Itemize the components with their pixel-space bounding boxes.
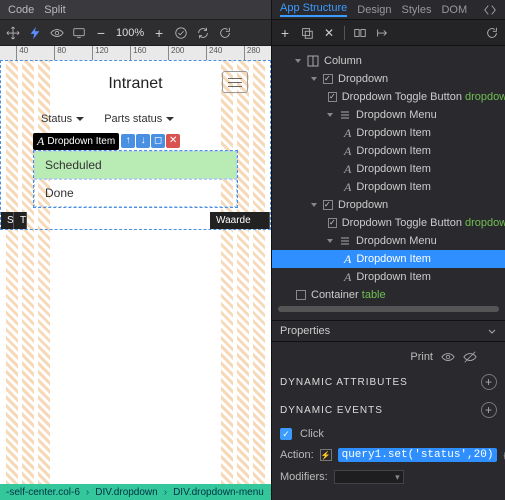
modifiers-select[interactable]: ▾ [334, 470, 404, 484]
structure-tree[interactable]: Column Dropdown Dropdown Toggle Button d… [272, 46, 505, 320]
tree-node-dropdown-item[interactable]: ADropdown Item [272, 268, 505, 286]
design-canvas[interactable]: Intranet Status Parts status A Dropdown … [0, 60, 271, 484]
dynamic-attributes-label: DYNAMIC ATTRIBUTES [280, 377, 408, 388]
checkbox-icon[interactable] [328, 92, 337, 102]
eye-icon[interactable] [50, 26, 64, 40]
dropdown-menu-preview: Scheduled Done [33, 150, 238, 208]
lightning-icon[interactable] [28, 26, 42, 40]
add-icon[interactable]: + [278, 26, 292, 40]
move-down-button[interactable]: ↓ [136, 134, 150, 148]
properties-header[interactable]: Properties [272, 320, 505, 342]
tab-split[interactable]: Split [44, 4, 65, 16]
refresh-icon[interactable] [485, 26, 499, 40]
action-label: Action: [280, 449, 314, 461]
dropdown-status[interactable]: Status [41, 113, 84, 125]
tree-node-dropdown-item[interactable]: ADropdown Item [272, 124, 505, 142]
tab-code[interactable]: Code [8, 4, 34, 16]
scrollbar[interactable] [278, 306, 499, 312]
delete-button[interactable]: ✕ [166, 134, 180, 148]
export-icon[interactable] [375, 26, 389, 40]
click-label: Click [300, 428, 324, 440]
chevron-down-icon [487, 326, 497, 336]
eye-icon[interactable] [441, 350, 455, 364]
tree-node-dropdown-menu[interactable]: Dropdown Menu [272, 106, 505, 124]
copy-icon[interactable] [300, 26, 314, 40]
caret-down-icon [76, 117, 84, 121]
device-icon[interactable] [72, 26, 86, 40]
tree-node-dropdown[interactable]: Dropdown [272, 196, 505, 214]
tree-node-toggle-button[interactable]: Dropdown Toggle Button dropdown [272, 214, 505, 232]
tab-styles[interactable]: Styles [402, 4, 432, 16]
caret-down-icon [166, 117, 174, 121]
tree-node-column[interactable]: Column [272, 52, 505, 70]
tree-node-toggle-button[interactable]: Dropdown Toggle Button dropdown [272, 88, 505, 106]
close-icon[interactable]: ✕ [322, 26, 336, 40]
tab-dom[interactable]: DOM [441, 4, 467, 16]
print-label: Print [410, 351, 433, 363]
checkbox-icon[interactable] [323, 74, 333, 84]
ruler: 40 80 120 160 200 240 280 [0, 46, 271, 60]
refresh-icon[interactable] [218, 26, 232, 40]
wrap-icon[interactable] [353, 26, 367, 40]
menu-item-scheduled[interactable]: Scheduled [34, 151, 237, 179]
zoom-out-icon[interactable]: − [94, 26, 108, 40]
tree-node-dropdown-item-selected[interactable]: ADropdown Item [272, 250, 505, 268]
hamburger-icon[interactable] [222, 71, 248, 93]
dropdown-parts-status[interactable]: Parts status [104, 113, 174, 125]
table-header: Waarde [210, 212, 270, 229]
table-header: S [1, 212, 14, 229]
click-checkbox[interactable]: ✓ [280, 428, 292, 440]
modifiers-label: Modifiers: [280, 471, 328, 483]
breadcrumb[interactable]: -self-center.col-6› DIV.dropdown› DIV.dr… [0, 484, 271, 500]
tab-app-structure[interactable]: App Structure [280, 2, 347, 17]
tree-node-dropdown-menu[interactable]: Dropdown Menu [272, 232, 505, 250]
checkbox-icon[interactable] [296, 290, 306, 300]
dynamic-events-label: DYNAMIC EVENTS [280, 405, 383, 416]
add-event-button[interactable]: + [481, 402, 497, 418]
checkbox-icon[interactable] [328, 218, 337, 228]
zoom-level: 100% [116, 27, 144, 39]
action-field[interactable]: query1.set('status',20) [338, 448, 498, 462]
zoom-in-icon[interactable]: + [152, 26, 166, 40]
tree-node-dropdown-item[interactable]: ADropdown Item [272, 160, 505, 178]
tree-node-dropdown-item[interactable]: ADropdown Item [272, 142, 505, 160]
collapse-icon[interactable] [483, 3, 497, 17]
checkbox-icon[interactable] [323, 200, 333, 210]
table-header: T [14, 212, 27, 229]
action-picker-button[interactable]: ⚡ [320, 449, 332, 461]
add-attribute-button[interactable]: + [481, 374, 497, 390]
eye-off-icon[interactable] [463, 350, 477, 364]
move-icon[interactable] [6, 26, 20, 40]
tree-node-dropdown[interactable]: Dropdown [272, 70, 505, 88]
move-up-button[interactable]: ↑ [121, 134, 135, 148]
tab-design[interactable]: Design [357, 4, 391, 16]
menu-item-done[interactable]: Done [34, 179, 237, 207]
duplicate-button[interactable]: ◻ [151, 134, 165, 148]
check-circle-icon[interactable] [174, 26, 188, 40]
tree-node-dropdown-item[interactable]: ADropdown Item [272, 178, 505, 196]
selection-badge: A Dropdown Item [33, 133, 119, 150]
tree-node-container[interactable]: Container table [272, 286, 505, 304]
sync-icon[interactable] [196, 26, 210, 40]
